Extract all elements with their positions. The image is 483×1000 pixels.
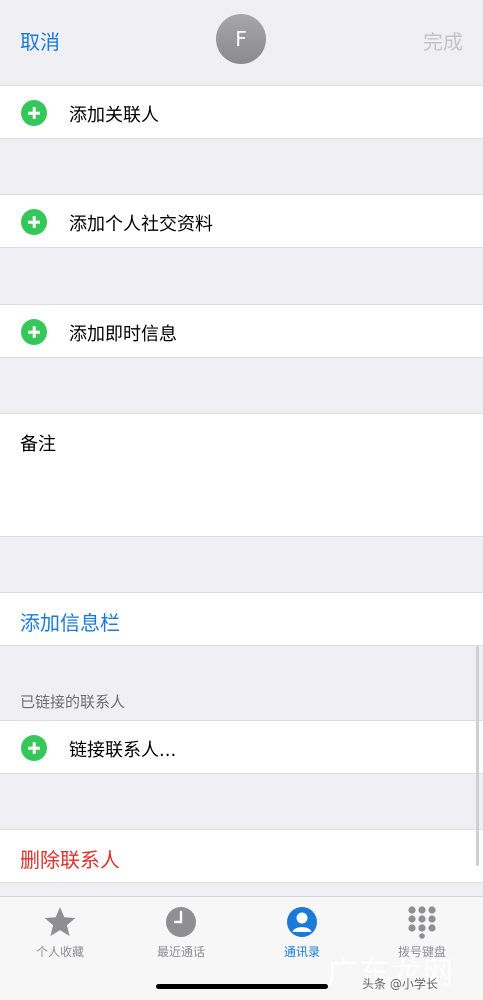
cancel-button[interactable]: 取消 bbox=[20, 26, 60, 55]
link-contact-row[interactable]: 链接联系人... bbox=[0, 720, 483, 774]
clock-icon bbox=[166, 907, 196, 937]
add-icon[interactable] bbox=[21, 319, 47, 345]
done-button[interactable]: 完成 bbox=[423, 26, 463, 55]
avatar[interactable]: F bbox=[216, 14, 266, 64]
linked-contacts-header: 已链接的联系人 bbox=[20, 693, 126, 711]
link-contact-label: 链接联系人... bbox=[69, 740, 177, 761]
star-icon bbox=[44, 907, 76, 936]
add-field-button[interactable]: 添加信息栏 bbox=[20, 607, 120, 636]
add-icon[interactable] bbox=[21, 100, 47, 126]
add-field-row[interactable]: 添加信息栏 bbox=[0, 592, 483, 646]
add-related-row[interactable]: 添加关联人 bbox=[0, 85, 483, 139]
tab-label: 最近通话 bbox=[156, 945, 205, 959]
avatar-initial: F bbox=[235, 27, 247, 51]
add-social-profile-row[interactable]: 添加个人社交资料 bbox=[0, 194, 483, 248]
notes-field[interactable]: 备注 bbox=[0, 413, 483, 537]
add-icon[interactable] bbox=[21, 735, 47, 761]
keypad-icon bbox=[408, 906, 436, 939]
delete-contact-row[interactable]: 删除联系人 bbox=[0, 829, 483, 883]
watermark-subtext: 头条 @小学长 bbox=[362, 977, 438, 991]
delete-contact-button[interactable]: 删除联系人 bbox=[20, 844, 120, 873]
add-instant-message-label: 添加即时信息 bbox=[69, 324, 177, 345]
tab-label: 个人收藏 bbox=[35, 945, 84, 959]
add-icon[interactable] bbox=[21, 209, 47, 235]
person-circle-icon bbox=[287, 907, 317, 937]
tab-favorites[interactable]: 个人收藏 bbox=[0, 905, 120, 960]
home-indicator[interactable] bbox=[156, 984, 328, 989]
tab-recents[interactable]: 最近通话 bbox=[121, 905, 241, 960]
add-related-label: 添加关联人 bbox=[69, 105, 159, 126]
notes-label: 备注 bbox=[20, 434, 56, 455]
navigation-header: 取消 F 完成 bbox=[0, 0, 483, 84]
scroll-indicator[interactable] bbox=[476, 646, 479, 866]
add-social-profile-label: 添加个人社交资料 bbox=[69, 214, 213, 235]
add-instant-message-row[interactable]: 添加即时信息 bbox=[0, 304, 483, 358]
